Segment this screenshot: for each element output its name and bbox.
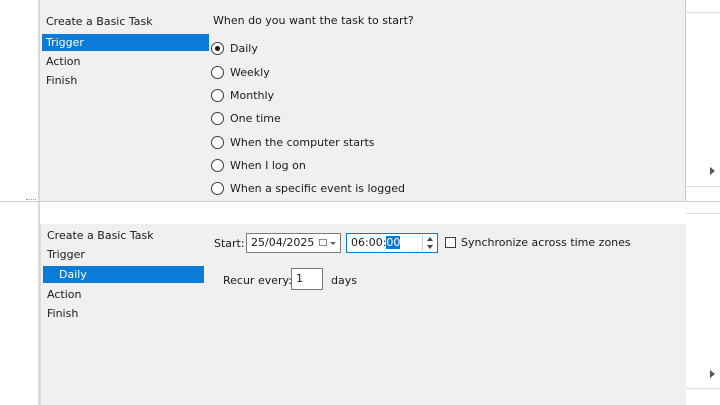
time-spin-icon[interactable] — [422, 235, 437, 251]
start-time-field[interactable]: 06:00:00 — [346, 233, 438, 253]
radio-option-event-logged[interactable]: When a specific event is logged — [211, 180, 405, 196]
radio-button-one-time[interactable] — [211, 111, 224, 125]
wizard-step-create-basic-task[interactable]: Create a Basic Task — [43, 227, 210, 244]
recur-unit-label: days — [331, 274, 357, 287]
wizard-step-daily[interactable]: Daily — [43, 266, 204, 283]
calendar-dropdown-icon[interactable] — [319, 239, 327, 246]
create-basic-task-dialog-trigger: Create a Basic Task Trigger Action Finis… — [40, 0, 686, 202]
create-basic-task-dialog-daily: Create a Basic Task Trigger Daily Action… — [40, 224, 687, 405]
radio-label-weekly: Weekly — [230, 65, 270, 79]
radio-option-computer-starts[interactable]: When the computer starts — [211, 134, 375, 150]
radio-option-monthly[interactable]: Monthly — [211, 87, 274, 103]
radio-option-one-time[interactable]: One time — [211, 110, 281, 126]
wizard-step-trigger[interactable]: Trigger — [43, 246, 210, 263]
wizard-step-action[interactable]: Action — [43, 286, 210, 303]
radio-button-event-logged[interactable] — [211, 181, 224, 195]
recur-every-input[interactable]: 1 — [291, 268, 323, 290]
trigger-question: When do you want the task to start? — [213, 14, 414, 27]
right-strip-line — [686, 388, 720, 389]
radio-option-daily[interactable]: Daily — [211, 40, 258, 56]
spin-up-icon[interactable] — [427, 237, 433, 241]
right-strip-line — [686, 186, 720, 187]
right-strip-line — [686, 12, 720, 13]
sync-time-zones-label: Synchronize across time zones — [461, 236, 631, 249]
wizard-step-finish[interactable]: Finish — [43, 305, 210, 322]
radio-option-log-on[interactable]: When I log on — [211, 157, 306, 173]
radio-label-monthly: Monthly — [230, 88, 275, 102]
radio-button-weekly[interactable] — [211, 65, 224, 79]
chevron-right-icon[interactable] — [710, 167, 715, 175]
radio-label-one-time: One time — [230, 111, 281, 125]
right-strip-line — [686, 213, 720, 214]
top-wizard-panel: Create a Basic Task Trigger Action Finis… — [0, 0, 720, 202]
start-date-picker[interactable]: 25/04/2025 — [246, 233, 341, 253]
radio-label-daily: Daily — [230, 41, 258, 55]
wizard-step-action[interactable]: Action — [42, 53, 209, 70]
radio-button-computer-starts[interactable] — [211, 135, 224, 149]
recur-every-value: 1 — [296, 272, 303, 285]
radio-button-log-on[interactable] — [211, 158, 224, 172]
start-time-value: 06:00:00 — [351, 236, 401, 250]
radio-button-monthly[interactable] — [211, 88, 224, 102]
radio-option-weekly[interactable]: Weekly — [211, 64, 270, 80]
start-time-selected-seconds[interactable]: 00 — [386, 236, 401, 249]
wizard-step-trigger[interactable]: Trigger — [42, 34, 209, 51]
radio-label-log-on: When I log on — [230, 158, 306, 172]
radio-button-daily[interactable] — [211, 41, 224, 55]
wizard-step-create-basic-task[interactable]: Create a Basic Task — [42, 13, 209, 30]
dialog-header-area — [40, 202, 686, 225]
radio-label-computer-starts: When the computer starts — [230, 135, 375, 149]
spin-down-icon[interactable] — [427, 245, 433, 249]
chevron-down-icon — [330, 242, 336, 245]
start-time-prefix: 06:00: — [351, 236, 387, 249]
radio-label-event-logged: When a specific event is logged — [230, 181, 405, 195]
bottom-wizard-panel: Create a Basic Task Trigger Daily Action… — [0, 202, 720, 405]
wizard-step-finish[interactable]: Finish — [42, 72, 209, 89]
start-label: Start: — [214, 237, 245, 250]
sync-time-zones-checkbox[interactable] — [445, 237, 456, 248]
recur-every-label: Recur every: — [223, 274, 292, 287]
start-date-value: 25/04/2025 — [251, 236, 315, 249]
chevron-right-icon[interactable] — [710, 370, 715, 378]
